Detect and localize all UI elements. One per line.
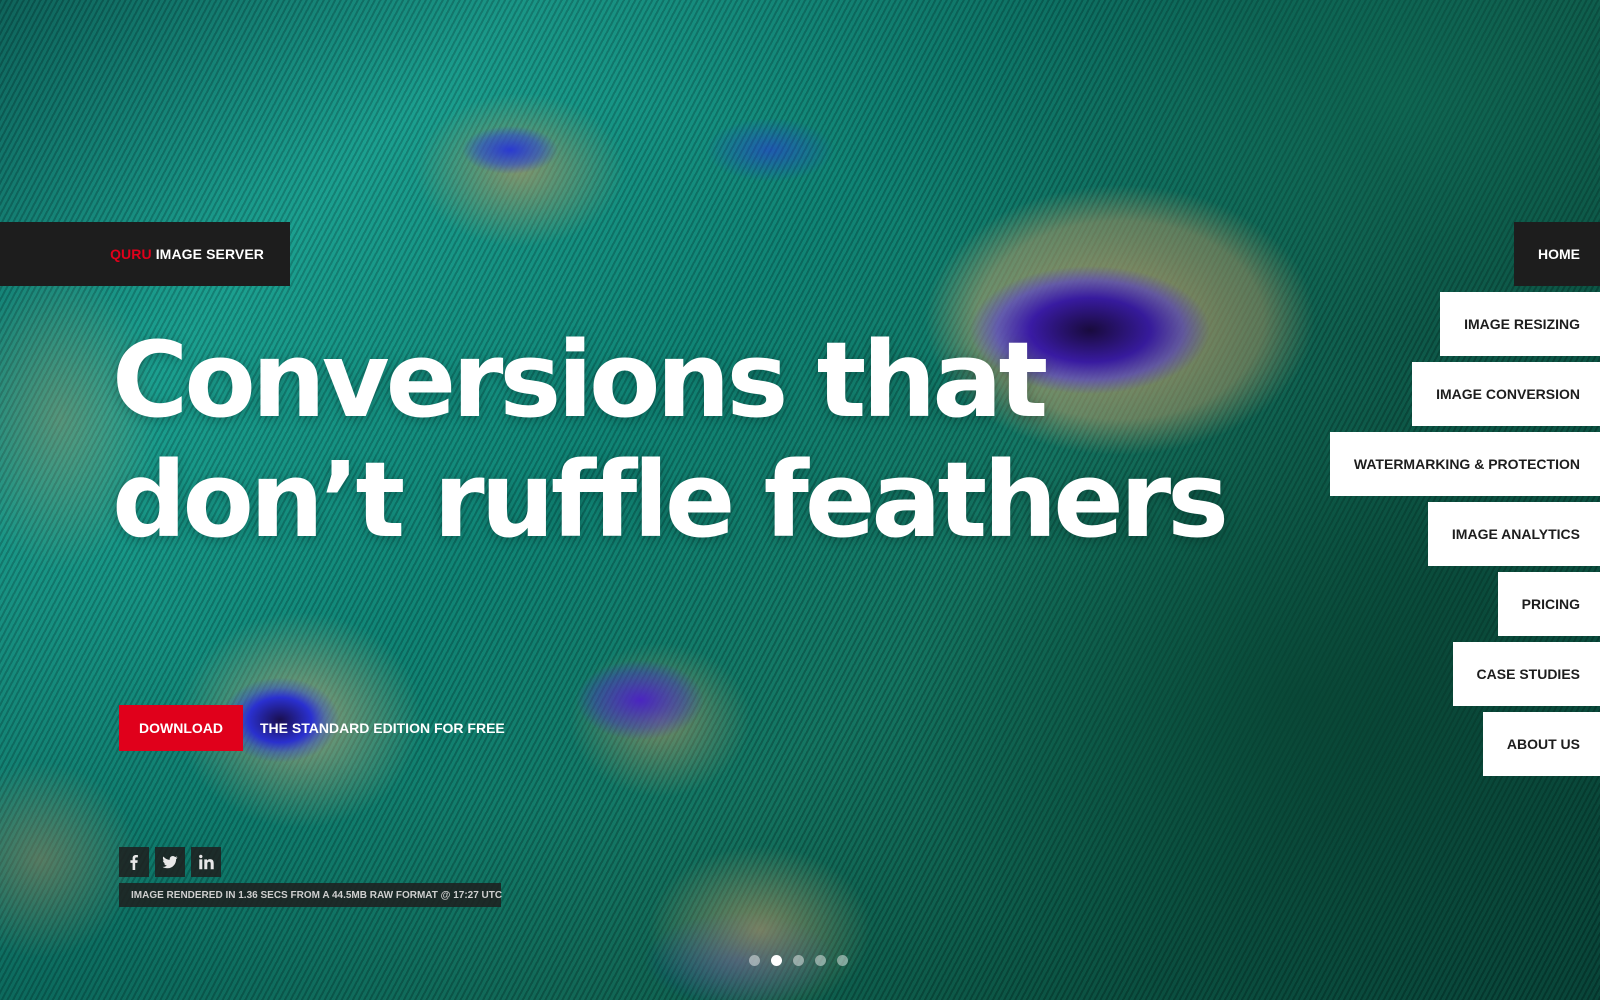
nav-item-image-conversion[interactable]: IMAGE CONVERSION (1412, 362, 1600, 426)
hero-headline: Conversions that don’t ruffle feathers (112, 320, 1252, 560)
linkedin-button[interactable] (191, 847, 221, 877)
facebook-icon (130, 855, 138, 870)
nav-item-image-resizing[interactable]: IMAGE RESIZING (1440, 292, 1600, 356)
carousel-dot[interactable] (815, 955, 826, 966)
headline-line-1: Conversions that (112, 319, 1048, 441)
nav-item-case-studies[interactable]: CASE STUDIES (1452, 642, 1600, 706)
download-button[interactable]: DOWNLOAD (119, 705, 243, 751)
nav-item-watermarking-protection[interactable]: WATERMARKING & PROTECTION (1329, 432, 1600, 496)
carousel-dot[interactable] (793, 955, 804, 966)
carousel-dots (749, 955, 848, 966)
nav-item-image-analytics[interactable]: IMAGE ANALYTICS (1427, 502, 1600, 566)
facebook-button[interactable] (119, 847, 149, 877)
brand-name: IMAGE SERVER (155, 246, 264, 262)
carousel-dot-active[interactable] (771, 955, 782, 966)
download-cta-text: THE STANDARD EDITION FOR FREE (260, 720, 505, 736)
carousel-dot[interactable] (749, 955, 760, 966)
render-info-caption: IMAGE RENDERED IN 1.36 SECS FROM A 44.5M… (119, 883, 502, 907)
twitter-button[interactable] (155, 847, 185, 877)
twitter-icon (162, 856, 178, 869)
brand-prefix: QURU (110, 246, 152, 262)
carousel-dot[interactable] (837, 955, 848, 966)
site-logo[interactable]: QURU IMAGE SERVER (0, 222, 290, 286)
download-cta: DOWNLOAD THE STANDARD EDITION FOR FREE (119, 705, 505, 751)
nav-item-home[interactable]: HOME (1514, 222, 1600, 286)
nav-item-pricing[interactable]: PRICING (1497, 572, 1600, 636)
linkedin-icon (199, 854, 214, 870)
nav-item-about-us[interactable]: ABOUT US (1482, 712, 1600, 776)
headline-line-2: don’t ruffle feathers (112, 439, 1229, 561)
social-links (119, 847, 221, 877)
